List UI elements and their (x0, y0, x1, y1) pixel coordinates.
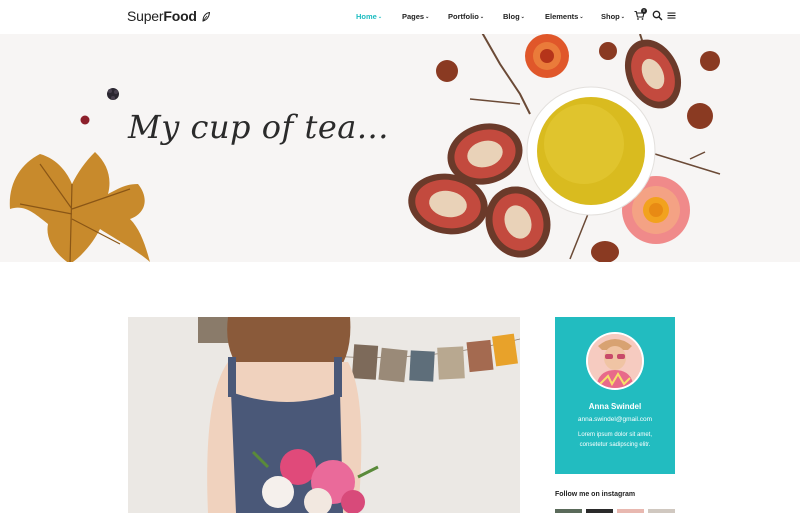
instagram-thumb[interactable] (617, 509, 644, 513)
author-name[interactable]: Anna Swindel (555, 402, 675, 411)
featured-post-image[interactable] (128, 317, 520, 513)
main-nav: Home⌄ Pages⌄ Portfolio⌄ Blog⌄ Elements⌄ … (0, 12, 800, 24)
author-photo (588, 334, 642, 388)
hero-illustration (9, 34, 721, 262)
tea-cup (526, 86, 656, 216)
hero-banner: My cup of tea... (0, 34, 800, 262)
nav-label: Pages (402, 12, 425, 21)
instagram-thumb[interactable] (555, 509, 582, 513)
search-icon[interactable] (652, 10, 663, 21)
chevron-down-icon: ⌄ (520, 14, 525, 20)
nav-label: Home (356, 12, 377, 21)
author-email[interactable]: anna.swindel@gmail.com (555, 416, 675, 423)
nav-label: Elements (545, 12, 579, 21)
post-photo (128, 317, 520, 513)
site-header: SuperFood Home⌄ Pages⌄ Portfolio⌄ Blog⌄ … (0, 0, 800, 34)
nav-item-home[interactable]: Home⌄ (356, 12, 382, 21)
nav-label: Blog (503, 12, 520, 21)
chevron-down-icon: ⌄ (377, 14, 383, 20)
avatar[interactable] (586, 332, 644, 390)
author-card: Anna Swindel anna.swindel@gmail.com Lore… (555, 317, 675, 474)
instagram-thumb[interactable] (648, 509, 675, 513)
instagram-section-title: Follow me on instagram (555, 491, 636, 498)
author-bio: Lorem ipsum dolor sit amet, consetetur s… (577, 432, 653, 448)
nav-item-shop[interactable]: Shop⌄ (601, 12, 625, 21)
nav-label: Portfolio (448, 12, 479, 21)
autumn-leaf (9, 152, 150, 262)
nav-item-blog[interactable]: Blog⌄ (503, 12, 525, 21)
chevron-down-icon: ⌄ (425, 14, 430, 20)
chevron-down-icon: ⌄ (579, 14, 584, 20)
nav-item-pages[interactable]: Pages⌄ (402, 12, 429, 21)
cart-count-badge: 0 (641, 8, 647, 14)
nav-item-portfolio[interactable]: Portfolio⌄ (448, 12, 484, 21)
chevron-down-icon: ⌄ (479, 14, 485, 20)
menu-icon[interactable] (666, 10, 677, 21)
nav-item-elements[interactable]: Elements⌄ (545, 12, 584, 21)
hero-title: My cup of tea... (128, 108, 389, 146)
nav-label: Shop (601, 12, 620, 21)
instagram-thumbnails (555, 509, 675, 513)
chevron-down-icon: ⌄ (620, 14, 625, 20)
instagram-thumb[interactable] (586, 509, 613, 513)
